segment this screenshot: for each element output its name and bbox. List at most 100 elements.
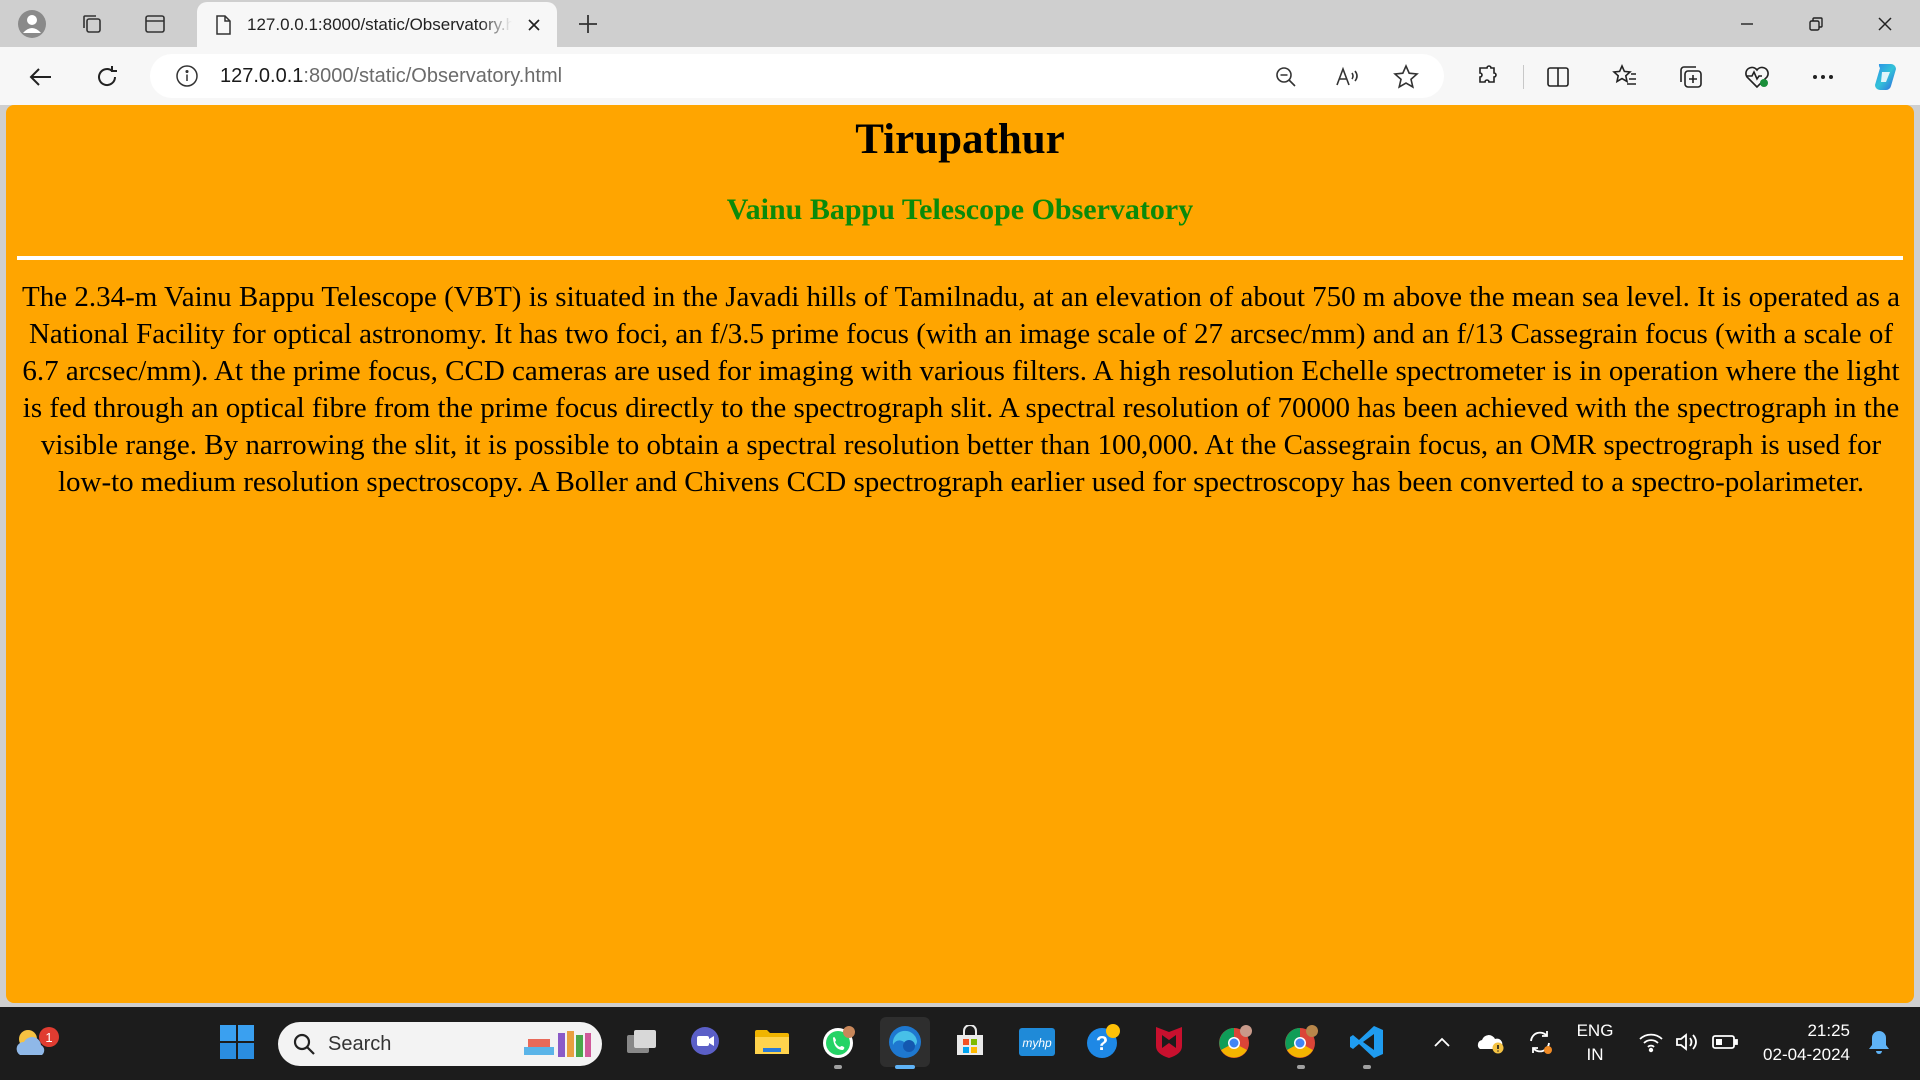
language-code: ENG xyxy=(1576,1021,1614,1040)
back-arrow-icon xyxy=(29,68,51,86)
weather-widget[interactable]: 1 xyxy=(8,1017,59,1067)
refresh-button[interactable] xyxy=(88,58,126,96)
new-tab-button[interactable] xyxy=(570,6,606,42)
page-subtitle: Vainu Bappu Telescope Observatory xyxy=(726,193,1194,226)
tray-sync[interactable] xyxy=(1515,1017,1565,1067)
minimize-button[interactable] xyxy=(1714,0,1780,47)
help-icon: ? xyxy=(1087,1024,1120,1058)
running-indicator xyxy=(1297,1065,1305,1069)
clock[interactable]: 21:25 02-04-2024 xyxy=(1752,1021,1850,1065)
tray-battery[interactable] xyxy=(1700,1017,1750,1067)
address-bar[interactable]: 127.0.0.1:8000/static/Observatory.html xyxy=(150,54,1444,98)
page-title: Tirupathur xyxy=(855,116,1065,163)
whatsapp-icon xyxy=(823,1026,855,1058)
weather-badge: 1 xyxy=(39,1027,59,1047)
page-icon xyxy=(215,14,233,36)
task-view-button[interactable] xyxy=(617,1017,667,1067)
chevron-up-icon xyxy=(1434,1037,1450,1047)
taskbar-myhp[interactable]: myhp xyxy=(1012,1017,1062,1067)
taskbar-chrome-1[interactable] xyxy=(1210,1017,1260,1067)
workspaces-icon xyxy=(83,15,101,33)
url-host: 127.0.0.1 xyxy=(220,64,304,87)
battery-icon xyxy=(1712,1035,1738,1049)
svg-text:myhp: myhp xyxy=(1022,1036,1052,1050)
taskbar-edge[interactable] xyxy=(880,1017,930,1069)
horizontal-rule xyxy=(17,256,1903,260)
taskbar-vscode[interactable] xyxy=(1342,1017,1392,1069)
search-icon xyxy=(293,1033,315,1055)
taskbar-search-box[interactable]: Search xyxy=(278,1022,602,1066)
extensions-button[interactable] xyxy=(1468,58,1506,96)
start-button[interactable] xyxy=(212,1017,262,1067)
store-icon xyxy=(957,1025,983,1055)
running-indicator xyxy=(834,1065,842,1069)
search-highlight-books-icon xyxy=(524,1031,591,1057)
edge-icon xyxy=(889,1026,921,1058)
myhp-icon: myhp xyxy=(1019,1028,1055,1056)
close-window-button[interactable] xyxy=(1852,0,1918,47)
browser-essentials-button[interactable] xyxy=(1738,58,1776,96)
collections-button[interactable] xyxy=(1672,58,1710,96)
restore-icon xyxy=(1809,16,1823,31)
close-icon xyxy=(1878,16,1892,31)
chrome-icon xyxy=(1219,1025,1252,1058)
copilot-button[interactable] xyxy=(1867,58,1905,96)
extensions-icon xyxy=(1479,65,1497,83)
active-tab[interactable]: 127.0.0.1:8000/static/Observatory.html xyxy=(197,2,557,47)
language-indicator[interactable]: ENG IN xyxy=(1570,1021,1620,1065)
url-text[interactable]: 127.0.0.1:8000/static/Observatory.html xyxy=(220,65,562,88)
split-screen-button[interactable] xyxy=(1539,58,1577,96)
toolbar-separator xyxy=(1523,65,1524,89)
taskbar-store[interactable] xyxy=(945,1017,995,1067)
speaker-icon xyxy=(1676,1033,1697,1051)
close-tab-icon[interactable] xyxy=(522,13,546,37)
video-chat-icon xyxy=(691,1027,719,1055)
taskbar: 1 Search myhp ? ENG IN 21:25 02-04-2024 xyxy=(0,1007,1920,1080)
collections-icon xyxy=(1680,66,1702,88)
tab-title: 127.0.0.1:8000/static/Observatory.html xyxy=(247,14,512,34)
taskbar-whatsapp[interactable] xyxy=(813,1017,863,1069)
workspaces-button[interactable] xyxy=(74,6,110,42)
sync-icon xyxy=(1530,1031,1552,1054)
tab-strip: 127.0.0.1:8000/static/Observatory.html xyxy=(0,0,1920,47)
favorites-button[interactable] xyxy=(1606,58,1644,96)
task-view-icon xyxy=(627,1030,656,1053)
zoom-out-icon[interactable] xyxy=(1272,63,1300,91)
mcafee-shield-icon xyxy=(1156,1027,1182,1058)
site-info-icon[interactable] xyxy=(174,63,200,89)
windows-icon xyxy=(220,1025,254,1059)
vertical-tabs-button[interactable] xyxy=(137,6,173,42)
taskbar-file-explorer[interactable] xyxy=(747,1017,797,1067)
tray-onedrive[interactable] xyxy=(1466,1017,1516,1067)
search-label: Search xyxy=(328,1032,392,1055)
favorite-star-icon[interactable] xyxy=(1392,63,1420,91)
bell-icon xyxy=(1869,1031,1889,1054)
clock-date: 02-04-2024 xyxy=(1763,1045,1850,1064)
chrome-icon xyxy=(1285,1025,1318,1058)
heart-pulse-icon xyxy=(1745,66,1769,89)
folder-icon xyxy=(755,1030,789,1054)
refresh-icon xyxy=(98,66,117,86)
wifi-icon xyxy=(1639,1033,1663,1053)
description-paragraph: The 2.34-m Vainu Bappu Telescope (VBT) i… xyxy=(21,281,1901,498)
svg-text:?: ? xyxy=(1096,1033,1108,1055)
taskbar-teams-meet[interactable] xyxy=(680,1017,730,1067)
taskbar-chrome-2[interactable] xyxy=(1276,1017,1326,1069)
tab-actions-icon xyxy=(145,15,165,33)
taskbar-get-help[interactable]: ? xyxy=(1078,1017,1128,1067)
settings-more-button[interactable] xyxy=(1804,58,1842,96)
vscode-icon xyxy=(1350,1026,1383,1058)
more-icon xyxy=(1813,75,1833,79)
running-indicator xyxy=(895,1065,915,1069)
read-aloud-icon[interactable] xyxy=(1334,63,1362,91)
restore-button[interactable] xyxy=(1783,0,1849,47)
notifications-button[interactable] xyxy=(1854,1017,1904,1067)
copilot-icon xyxy=(1875,64,1896,91)
back-button[interactable] xyxy=(22,58,60,96)
show-hidden-icons-button[interactable] xyxy=(1417,1017,1467,1067)
onedrive-warning-icon xyxy=(1477,1035,1504,1054)
clock-time: 21:25 xyxy=(1807,1021,1850,1040)
url-path: :8000/static/Observatory.html xyxy=(303,64,563,87)
profile-button[interactable] xyxy=(14,6,50,42)
taskbar-mcafee[interactable] xyxy=(1144,1017,1194,1067)
